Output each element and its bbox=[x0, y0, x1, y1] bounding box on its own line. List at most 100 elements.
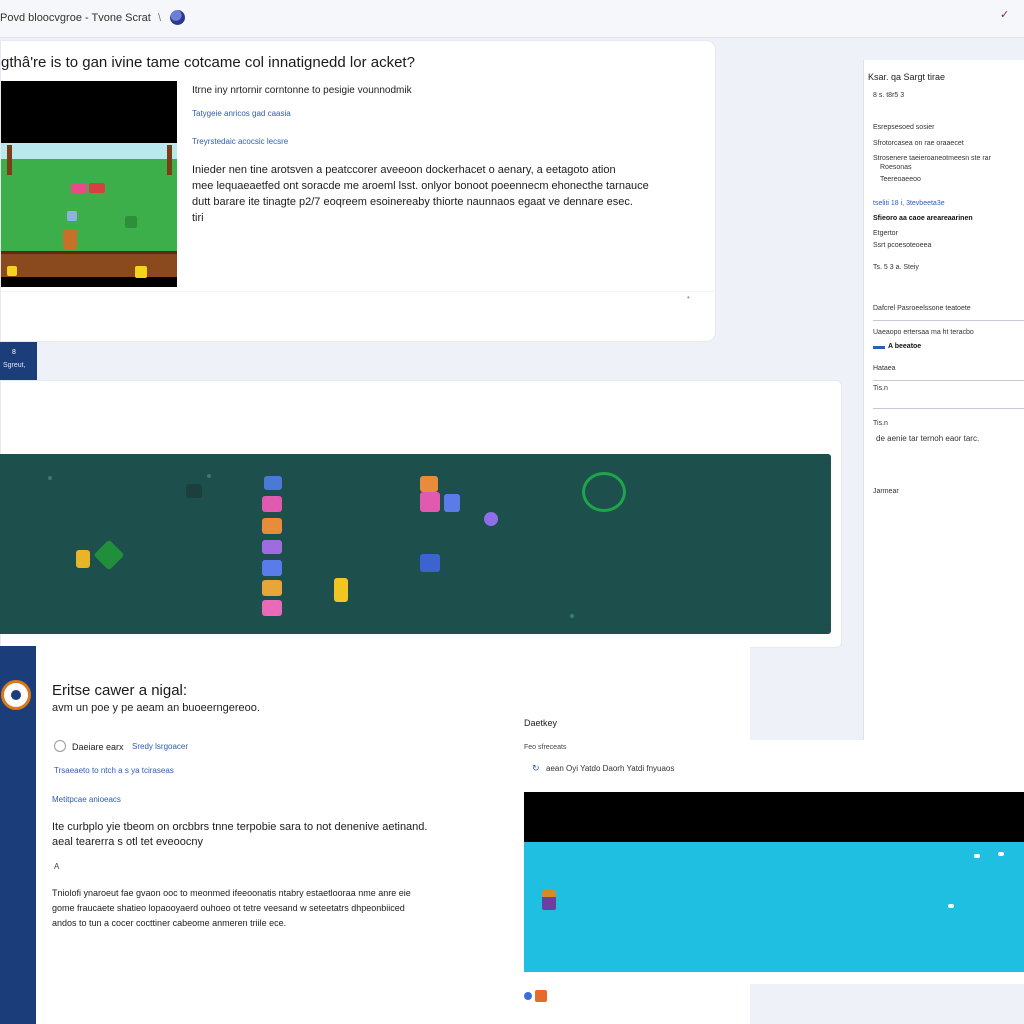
question-subtitle: Itrne iny nrtornir corntonne to pesigie … bbox=[192, 85, 412, 96]
app-logo-icon bbox=[1, 680, 31, 710]
tab-title[interactable]: Povd bloocvgroe - Tvone Scrat bbox=[0, 12, 151, 24]
game-piece[interactable] bbox=[420, 554, 440, 572]
body-line: gome fraucaete shatieo lopaooyaerd ouhoe… bbox=[52, 903, 405, 913]
sidebar-item[interactable]: Sfrotorcasea on rae oraaecet bbox=[873, 140, 964, 147]
divider bbox=[873, 380, 1024, 381]
question-title: gthâ're is to gan ivine tame cotcame col… bbox=[1, 54, 415, 71]
thumbnail-sprite bbox=[67, 211, 77, 221]
question-link[interactable]: Tatygeie anricos gad caasia bbox=[192, 109, 291, 118]
target-ring[interactable] bbox=[582, 472, 626, 512]
sidebar-item[interactable]: Ssrt pcoesoteoeea bbox=[873, 242, 931, 249]
game-piece[interactable] bbox=[334, 578, 348, 602]
answer-body: Ite curbplo yie tbeom on orcbbrs tnne te… bbox=[52, 820, 472, 850]
sidebar-item[interactable]: Tis.n bbox=[873, 385, 888, 392]
answer-radio[interactable] bbox=[54, 740, 66, 752]
radio-hint[interactable]: Sredy lsrgoacer bbox=[132, 742, 188, 751]
sidebar-item[interactable]: Roesonas bbox=[880, 164, 912, 171]
body-line: dutt barare ite tinagte p2/7 eoqreem eso… bbox=[192, 196, 633, 208]
game-piece[interactable] bbox=[420, 476, 438, 492]
answer-body-2: Tniolofi ynaroeut fae gvaon ooc to meonm… bbox=[52, 886, 472, 931]
answer-note: A bbox=[54, 862, 60, 871]
preview-footer-icons bbox=[524, 990, 547, 1002]
game-thumbnail[interactable] bbox=[1, 81, 177, 287]
thumbnail-sprite bbox=[7, 266, 17, 276]
thumbnail-sprite bbox=[63, 229, 77, 249]
thumbnail-sprite bbox=[135, 266, 147, 278]
body-line: aeal tearerra s otl tet eveoocny bbox=[52, 836, 204, 848]
game-piece[interactable] bbox=[484, 512, 498, 526]
divider bbox=[1, 291, 717, 292]
preview-subtitle: Feo sfreceats bbox=[524, 744, 567, 751]
answer-subtitle: avm un poe y pe aeam an buoeerngereoo. bbox=[52, 702, 260, 714]
share-icon[interactable] bbox=[535, 990, 547, 1002]
game-piece[interactable] bbox=[93, 539, 125, 571]
answer-title: Eritse cawer a nigal: bbox=[52, 682, 188, 699]
sidebar-item[interactable]: Ts. 5 3 a. Steiy bbox=[873, 264, 919, 271]
game-piece[interactable] bbox=[262, 540, 282, 554]
sidebar-item[interactable]: Esrepsesoed sosier bbox=[873, 124, 934, 131]
thumbnail-sprite bbox=[71, 183, 87, 193]
thumbnail-sprite bbox=[89, 183, 105, 193]
search-result[interactable]: de aenie tar ternoh eaor tarc. bbox=[876, 434, 979, 443]
radio-label[interactable]: Daeiare earx bbox=[72, 742, 124, 752]
game-piece[interactable] bbox=[262, 600, 282, 616]
sidebar-item[interactable]: Uaeaopo ertersaa ma ht teracbo bbox=[873, 329, 974, 336]
thumbnail-sprite bbox=[125, 216, 137, 228]
game-piece[interactable] bbox=[262, 560, 282, 576]
game-preview-screen[interactable] bbox=[524, 792, 1024, 972]
sidebar-item[interactable]: 8 s. t8r5 3 bbox=[873, 92, 904, 99]
question-link[interactable]: Treyrstedaic acocsic lecsre bbox=[192, 137, 288, 146]
sidebar-item[interactable]: Sfieoro aa caoe areareaarinen bbox=[873, 215, 973, 222]
fish-sprite bbox=[974, 854, 980, 858]
profile-avatar-icon[interactable] bbox=[170, 10, 185, 25]
game-piece[interactable] bbox=[420, 492, 440, 512]
sidebar-item[interactable]: Tis.n bbox=[873, 420, 888, 427]
reload-icon[interactable]: ↻ bbox=[532, 763, 540, 774]
body-line: Tniolofi ynaroeut fae gvaon ooc to meonm… bbox=[52, 888, 411, 898]
game-board[interactable] bbox=[0, 454, 831, 634]
board-tile bbox=[186, 484, 202, 498]
board-dot bbox=[207, 474, 211, 478]
board-dot bbox=[570, 614, 574, 618]
fish-sprite bbox=[948, 904, 954, 908]
preview-title: Daetkey bbox=[524, 718, 558, 728]
game-piece[interactable] bbox=[76, 550, 90, 568]
fish-sprite bbox=[998, 852, 1004, 856]
thumbnail-field bbox=[1, 159, 177, 251]
sidebar-indicator bbox=[873, 346, 885, 349]
divider bbox=[873, 320, 1024, 321]
divider bbox=[873, 408, 1024, 409]
player-sprite bbox=[542, 890, 556, 910]
game-piece[interactable] bbox=[262, 518, 282, 534]
question-body: Inieder nen tine arotsven a peatccorer a… bbox=[192, 162, 672, 226]
body-line: mee lequaeaetfed ont soracde me aroeml l… bbox=[192, 180, 649, 192]
body-line: Inieder nen tine arotsven a peatccorer a… bbox=[192, 164, 616, 176]
sidebar-item[interactable]: Dafcrel Pasroeelssone teatoete bbox=[873, 305, 971, 312]
game-piece[interactable] bbox=[264, 476, 282, 490]
tab-separator: \ bbox=[158, 12, 162, 24]
answer-link[interactable]: Metitpcae anioeacs bbox=[52, 795, 121, 804]
chevron-down-icon[interactable]: ✓ bbox=[1000, 8, 1009, 21]
board-dot bbox=[48, 476, 52, 480]
body-line: tiri bbox=[192, 212, 204, 224]
browser-topbar: Povd bloocvgroe - Tvone Scrat \ ✓ bbox=[0, 0, 1024, 38]
sidebar-item[interactable]: Etgertor bbox=[873, 230, 898, 237]
sidebar-item[interactable]: Strosenere taeieroaneotmeesn ste rar bbox=[873, 155, 991, 162]
body-line: Ite curbplo yie tbeom on orcbbrs tnne te… bbox=[52, 821, 428, 833]
sidebar-link[interactable]: tseliti 18 i, 3tevbeeta3e bbox=[873, 200, 945, 207]
game-piece[interactable] bbox=[444, 494, 460, 512]
more-icon[interactable]: • bbox=[687, 293, 690, 302]
sidebar-item[interactable]: Jarmear bbox=[873, 488, 899, 495]
globe-icon[interactable] bbox=[524, 992, 532, 1000]
game-piece[interactable] bbox=[262, 580, 282, 596]
thumbnail-table bbox=[1, 251, 177, 277]
sidebar-item[interactable]: Teereoaeeoo bbox=[880, 176, 921, 183]
answer-link[interactable]: Trsaeaeto to ntch a s ya tciraseas bbox=[54, 766, 174, 775]
sidebar-item-active[interactable]: A beeatoe bbox=[888, 343, 921, 350]
sidebar-item[interactable]: Hataea bbox=[873, 365, 896, 372]
question-card: gthâ're is to gan ivine tame cotcame col… bbox=[0, 40, 717, 342]
sidebar-header: Ksar. qa Sargt tirae bbox=[868, 72, 946, 82]
body-line: andos to tun a cocer cocttiner cabeome a… bbox=[52, 918, 287, 928]
game-piece[interactable] bbox=[262, 496, 282, 512]
reload-label[interactable]: aean Oyi Yatdo Daorh Yatdi fnyuaos bbox=[546, 764, 674, 773]
